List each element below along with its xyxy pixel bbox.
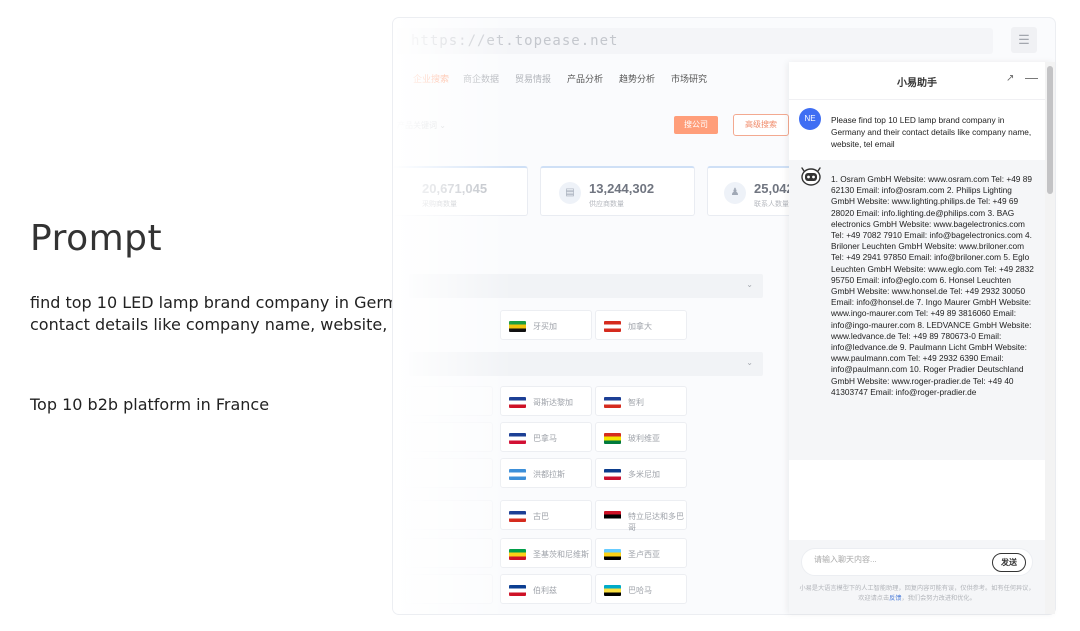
country-name: 哥斯达黎加 — [533, 398, 573, 407]
country-name: 多米尼加 — [628, 470, 660, 479]
chevron-down-icon: ⌄ — [746, 280, 753, 289]
country-chip[interactable]: 智利 — [595, 386, 687, 416]
assistant-message: 1. Osram GmbH Website: www.osram.com Tel… — [789, 160, 1045, 460]
advanced-search-button[interactable]: 高级搜索 — [733, 114, 789, 136]
country-name: 古巴 — [533, 512, 549, 521]
stat-label: 联系人数量 — [754, 201, 789, 208]
stat-card: 20,671,045 采购商数量 — [393, 166, 528, 216]
region-accordion[interactable]: ⌄ — [409, 274, 763, 298]
country-chip[interactable]: 洪都拉斯 — [500, 458, 592, 488]
country-chip[interactable] — [405, 422, 493, 452]
country-name: 洪都拉斯 — [533, 470, 565, 479]
nav-item[interactable]: 贸易情报 — [515, 72, 551, 85]
country-name: 圣基茨和尼维斯 — [533, 550, 589, 559]
country-chip[interactable]: 哥斯达黎加 — [500, 386, 592, 416]
expand-icon[interactable]: ↗ — [1006, 73, 1014, 84]
stat-label: 供应商数量 — [589, 201, 624, 208]
country-name: 牙买加 — [533, 322, 557, 331]
flag-icon — [604, 321, 621, 332]
country-name: 特立尼达和多巴哥 — [628, 512, 684, 532]
stat-value: 20,671,045 — [422, 181, 488, 196]
stat-value: 25,042 — [754, 181, 794, 196]
chat-footer: 发送 小易是大语言模型下的人工智能助理，回复内容可能有误，仅供参考。如有任何异议… — [789, 540, 1045, 614]
nav-item[interactable]: 市场研究 — [671, 72, 707, 85]
country-name: 伯利兹 — [533, 586, 557, 595]
country-chip[interactable] — [405, 458, 493, 488]
stat-card: ▤ 13,244,302 供应商数量 — [540, 166, 695, 216]
country-chip[interactable]: 巴哈马 — [595, 574, 687, 604]
country-name: 巴哈马 — [628, 586, 652, 595]
flag-icon — [604, 397, 621, 408]
stat-value: 13,244,302 — [589, 181, 655, 196]
send-button[interactable]: 发送 — [992, 553, 1026, 572]
country-chip[interactable]: 巴拿马 — [500, 422, 592, 452]
nav-item[interactable]: 企业搜索 — [413, 72, 449, 85]
country-name: 智利 — [628, 398, 644, 407]
url-text: https://et.topease.net — [411, 33, 619, 49]
stat-card: ♟ 25,042 联系人数量 — [707, 166, 797, 216]
country-chip[interactable]: 古巴 — [500, 500, 592, 530]
country-name: 加拿大 — [628, 322, 652, 331]
feedback-link[interactable]: 反馈 — [889, 595, 901, 602]
region-accordion[interactable]: ⌄ — [409, 352, 763, 376]
flag-icon — [604, 511, 621, 522]
flag-icon — [604, 549, 621, 560]
stat-label: 采购商数量 — [422, 201, 457, 208]
flag-icon — [604, 585, 621, 596]
search-type-select[interactable]: 产品关键词 ⌄ — [397, 120, 446, 131]
assistant-message-text: 1. Osram GmbH Website: www.osram.com Tel… — [831, 174, 1034, 397]
flag-icon — [604, 469, 621, 480]
chat-input[interactable] — [814, 555, 984, 564]
country-name: 巴拿马 — [533, 434, 557, 443]
country-chip[interactable]: 加拿大 — [595, 310, 687, 340]
country-chip[interactable]: 圣卢西亚 — [595, 538, 687, 568]
flag-icon — [604, 433, 621, 444]
country-chip[interactable] — [405, 386, 493, 416]
chat-input-box: 发送 — [801, 548, 1033, 576]
country-chip[interactable]: 牙买加 — [500, 310, 592, 340]
nav-item[interactable]: 趋势分析 — [619, 72, 655, 85]
country-chip[interactable] — [405, 574, 493, 604]
country-chip[interactable] — [405, 500, 493, 530]
flag-icon — [509, 469, 526, 480]
nav-item[interactable]: 商企数据 — [463, 72, 499, 85]
flag-icon — [509, 321, 526, 332]
scroll-thumb[interactable] — [1047, 66, 1053, 194]
main-nav: 企业搜索 商企数据 贸易情报 产品分析 趋势分析 市场研究 — [393, 72, 793, 92]
chat-header: 小易助手 ↗ — — [789, 62, 1055, 100]
url-bar[interactable]: https://et.topease.net — [393, 28, 993, 54]
chevron-down-icon: ⌄ — [746, 358, 753, 367]
disclaimer: 小易是大语言模型下的人工智能助理，回复内容可能有误，仅供参考。如有任何异议，欢迎… — [799, 585, 1035, 602]
robot-icon — [801, 167, 821, 186]
user-message: NE Please find top 10 LED lamp brand com… — [789, 100, 1045, 160]
country-name: 圣卢西亚 — [628, 550, 660, 559]
country-chip[interactable]: 圣基茨和尼维斯 — [500, 538, 592, 568]
country-chip[interactable]: 多米尼加 — [595, 458, 687, 488]
country-chip[interactable] — [405, 538, 493, 568]
flag-icon — [509, 549, 526, 560]
slide-title: Prompt — [30, 218, 163, 259]
user-message-text: Please find top 10 LED lamp brand compan… — [831, 115, 1032, 149]
sliders-icon[interactable]: ☰ — [1011, 27, 1037, 53]
flag-icon — [509, 585, 526, 596]
chat-panel: 小易助手 ↗ — NE Please find top 10 LED lamp … — [789, 62, 1055, 614]
database-icon: ▤ — [559, 182, 581, 204]
country-chip[interactable]: 特立尼达和多巴哥 — [595, 500, 687, 532]
contacts-icon: ♟ — [724, 182, 746, 204]
scrollbar[interactable] — [1045, 62, 1055, 614]
flag-icon — [509, 511, 526, 522]
flag-icon — [509, 397, 526, 408]
avatar: NE — [799, 108, 821, 130]
nav-item[interactable]: 产品分析 — [567, 72, 603, 85]
country-name: 玻利维亚 — [628, 434, 660, 443]
country-chip[interactable]: 伯利兹 — [500, 574, 592, 604]
flag-icon — [509, 433, 526, 444]
minimize-icon[interactable]: — — [1025, 70, 1038, 85]
search-company-button[interactable]: 搜公司 — [674, 116, 718, 134]
country-chip[interactable]: 玻利维亚 — [595, 422, 687, 452]
search-row: 产品关键词 ⌄ 搜公司 高级搜索 — [393, 114, 793, 136]
